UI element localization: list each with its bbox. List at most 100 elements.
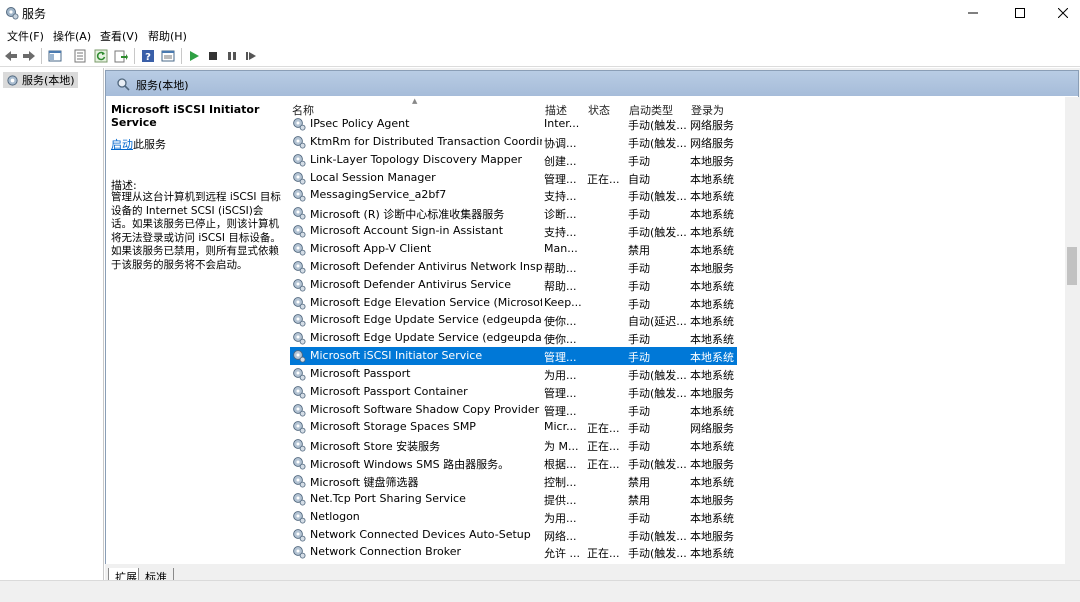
table-row[interactable]: Microsoft Defender Antivirus Service 帮助..…	[290, 276, 737, 294]
view-button[interactable]	[160, 48, 176, 64]
table-row[interactable]: Microsoft Software Shadow Copy Provider 管…	[290, 401, 737, 419]
scrollbar-thumb[interactable]	[1067, 247, 1077, 285]
service-startup-type-cell: 手动(触发...	[628, 386, 687, 400]
table-row[interactable]: Microsoft Defender Antivirus Network Ins…	[290, 258, 737, 276]
service-description-cell: 支持...	[544, 190, 577, 204]
menu-file[interactable]: 文件(F)	[7, 28, 44, 44]
service-status-cell: 正在...	[587, 458, 620, 472]
stop-service-button[interactable]	[205, 48, 221, 64]
start-service-button[interactable]	[186, 48, 202, 64]
service-logon-cell: 本地系统	[690, 297, 734, 311]
gear-icon	[293, 546, 306, 559]
service-startup-type-cell: 手动(触发...	[628, 190, 687, 204]
gear-icon	[293, 528, 306, 542]
service-logon-cell: 本地系统	[690, 440, 734, 454]
table-row[interactable]: MessagingService_a2bf7 支持... 手动(触发... 本地系统	[290, 186, 737, 204]
menu-help[interactable]: 帮助(H)	[148, 28, 187, 44]
table-row[interactable]: Microsoft Store 安装服务 为 M... 正在... 手动 本地系统	[290, 436, 737, 454]
service-logon-cell: 本地系统	[690, 243, 734, 257]
table-row[interactable]: Microsoft Edge Update Service (edgeupdat…	[290, 311, 737, 329]
table-row[interactable]: IPsec Policy Agent Inter... 手动(触发... 网络服务	[290, 115, 737, 133]
service-startup-type-cell: 手动	[628, 351, 650, 365]
table-row[interactable]: Microsoft Passport 为用... 手动(触发... 本地系统	[290, 365, 737, 383]
service-startup-type-cell: 自动(延迟...	[628, 315, 687, 329]
minimize-button[interactable]	[950, 0, 996, 26]
service-startup-type-cell: 手动	[628, 422, 650, 436]
export-button[interactable]	[113, 48, 129, 64]
service-description-cell: 帮助...	[544, 261, 577, 275]
service-logon-cell: 本地服务	[690, 493, 734, 507]
refresh-button[interactable]	[93, 48, 109, 64]
service-logon-cell: 本地系统	[690, 172, 734, 186]
help-button[interactable]: ?	[140, 48, 156, 64]
table-row[interactable]: Link-Layer Topology Discovery Mapper 创建..…	[290, 151, 737, 169]
services-panel: 服务(本地) Microsoft iSCSI Initiator Service…	[105, 70, 1079, 584]
menu-view[interactable]: 查看(V)	[100, 28, 138, 44]
gear-icon	[293, 368, 306, 381]
table-row[interactable]: Microsoft iSCSI Initiator Service 管理... 手动…	[290, 347, 737, 366]
table-row[interactable]: KtmRm for Distributed Transaction Coordi…	[290, 133, 737, 151]
service-startup-type-cell: 手动	[628, 511, 650, 525]
restart-service-button[interactable]	[243, 48, 259, 64]
service-startup-type-cell: 手动	[628, 333, 650, 347]
table-row[interactable]: Microsoft Storage Spaces SMP Micr... 正在...…	[290, 418, 737, 436]
table-row[interactable]: Microsoft Edge Elevation Service (Micros…	[290, 294, 737, 312]
table-row[interactable]: Microsoft 键盘筛选器 控制... 禁用 本地系统	[290, 472, 737, 490]
vertical-scrollbar[interactable]	[1065, 97, 1079, 564]
window-title: 服务	[22, 7, 47, 21]
service-logon-cell: 本地系统	[690, 368, 734, 382]
maximize-button[interactable]	[997, 0, 1043, 26]
service-name-cell: Local Session Manager	[310, 170, 436, 184]
close-button[interactable]	[1040, 0, 1080, 26]
service-name-cell: Network Connected Devices Auto-Setup	[310, 527, 531, 541]
table-row[interactable]: Net.Tcp Port Sharing Service 提供... 禁用 本地服务	[290, 490, 737, 508]
service-logon-cell: 本地系统	[690, 315, 734, 329]
service-name-cell: Netlogon	[310, 509, 360, 523]
table-row[interactable]: Microsoft Windows SMS 路由器服务。 根据... 正在... 手动…	[290, 454, 737, 472]
service-name-cell: KtmRm for Distributed Transaction Coordi…	[310, 134, 542, 148]
service-description-cell: 管理...	[544, 351, 577, 365]
view-icon	[161, 50, 175, 62]
back-button[interactable]	[3, 48, 19, 64]
menu-action[interactable]: 操作(A)	[53, 28, 91, 44]
table-row[interactable]: Microsoft Edge Update Service (edgeupdat…	[290, 329, 737, 347]
table-row[interactable]: Microsoft App-V Client Man... 禁用 本地系统	[290, 240, 737, 258]
forward-button[interactable]	[21, 48, 37, 64]
restart-icon	[246, 52, 256, 60]
table-row[interactable]: Netlogon 为用... 手动 本地系统	[290, 508, 737, 526]
service-logon-cell: 本地服务	[690, 154, 734, 168]
service-description-cell: 为用...	[544, 368, 577, 382]
gear-icon	[293, 225, 306, 238]
table-row[interactable]: Microsoft Passport Container 管理... 手动(触发..…	[290, 383, 737, 401]
service-name-cell: Microsoft Storage Spaces SMP	[310, 420, 476, 434]
gear-icon	[293, 475, 306, 488]
service-logon-cell: 本地系统	[690, 511, 734, 525]
tree-item-services-local[interactable]: 服务(本地)	[3, 72, 78, 88]
start-service-suffix: 此服务	[133, 138, 166, 151]
table-row[interactable]: Local Session Manager 管理... 正在... 自动 本地系统	[290, 169, 737, 187]
table-row[interactable]: Network Connection Broker 允许 ... 正在... 手动(触…	[290, 543, 737, 561]
pause-service-button[interactable]	[224, 48, 240, 64]
table-row[interactable]: Microsoft Account Sign-in Assistant 支持...…	[290, 222, 737, 240]
table-row[interactable]: Microsoft (R) 诊断中心标准收集器服务 诊断... 手动 本地系统	[290, 204, 737, 222]
gear-icon	[293, 457, 306, 470]
service-description-cell: 诊断...	[544, 208, 577, 222]
service-description-cell: 管理...	[544, 172, 577, 186]
service-status-cell: 正在...	[587, 547, 620, 561]
gear-icon	[293, 243, 306, 256]
menu-bar: 文件(F) 操作(A) 查看(V) 帮助(H)	[0, 26, 1080, 45]
services-list: ▲ 名称 描述 状态 启动类型 登录为 IPsec Policy Agent In…	[282, 97, 1065, 564]
service-description-pane: Microsoft iSCSI Initiator Service 启动此服务 …	[106, 97, 282, 564]
service-startup-type-cell: 手动	[628, 154, 650, 168]
properties-button[interactable]	[72, 48, 88, 64]
console-tree-button[interactable]	[47, 48, 63, 64]
service-name-cell: Link-Layer Topology Discovery Mapper	[310, 152, 523, 166]
table-row[interactable]: Network Connected Devices Auto-Setup 网络..…	[290, 526, 737, 544]
start-service-link[interactable]: 启动	[111, 138, 133, 151]
service-logon-cell: 本地服务	[690, 529, 734, 543]
panel-header: 服务(本地)	[106, 71, 1078, 96]
minimize-icon	[968, 12, 978, 14]
service-description-cell: 为 M...	[544, 440, 579, 454]
gear-icon	[293, 207, 306, 220]
service-startup-type-cell: 手动	[628, 297, 650, 311]
